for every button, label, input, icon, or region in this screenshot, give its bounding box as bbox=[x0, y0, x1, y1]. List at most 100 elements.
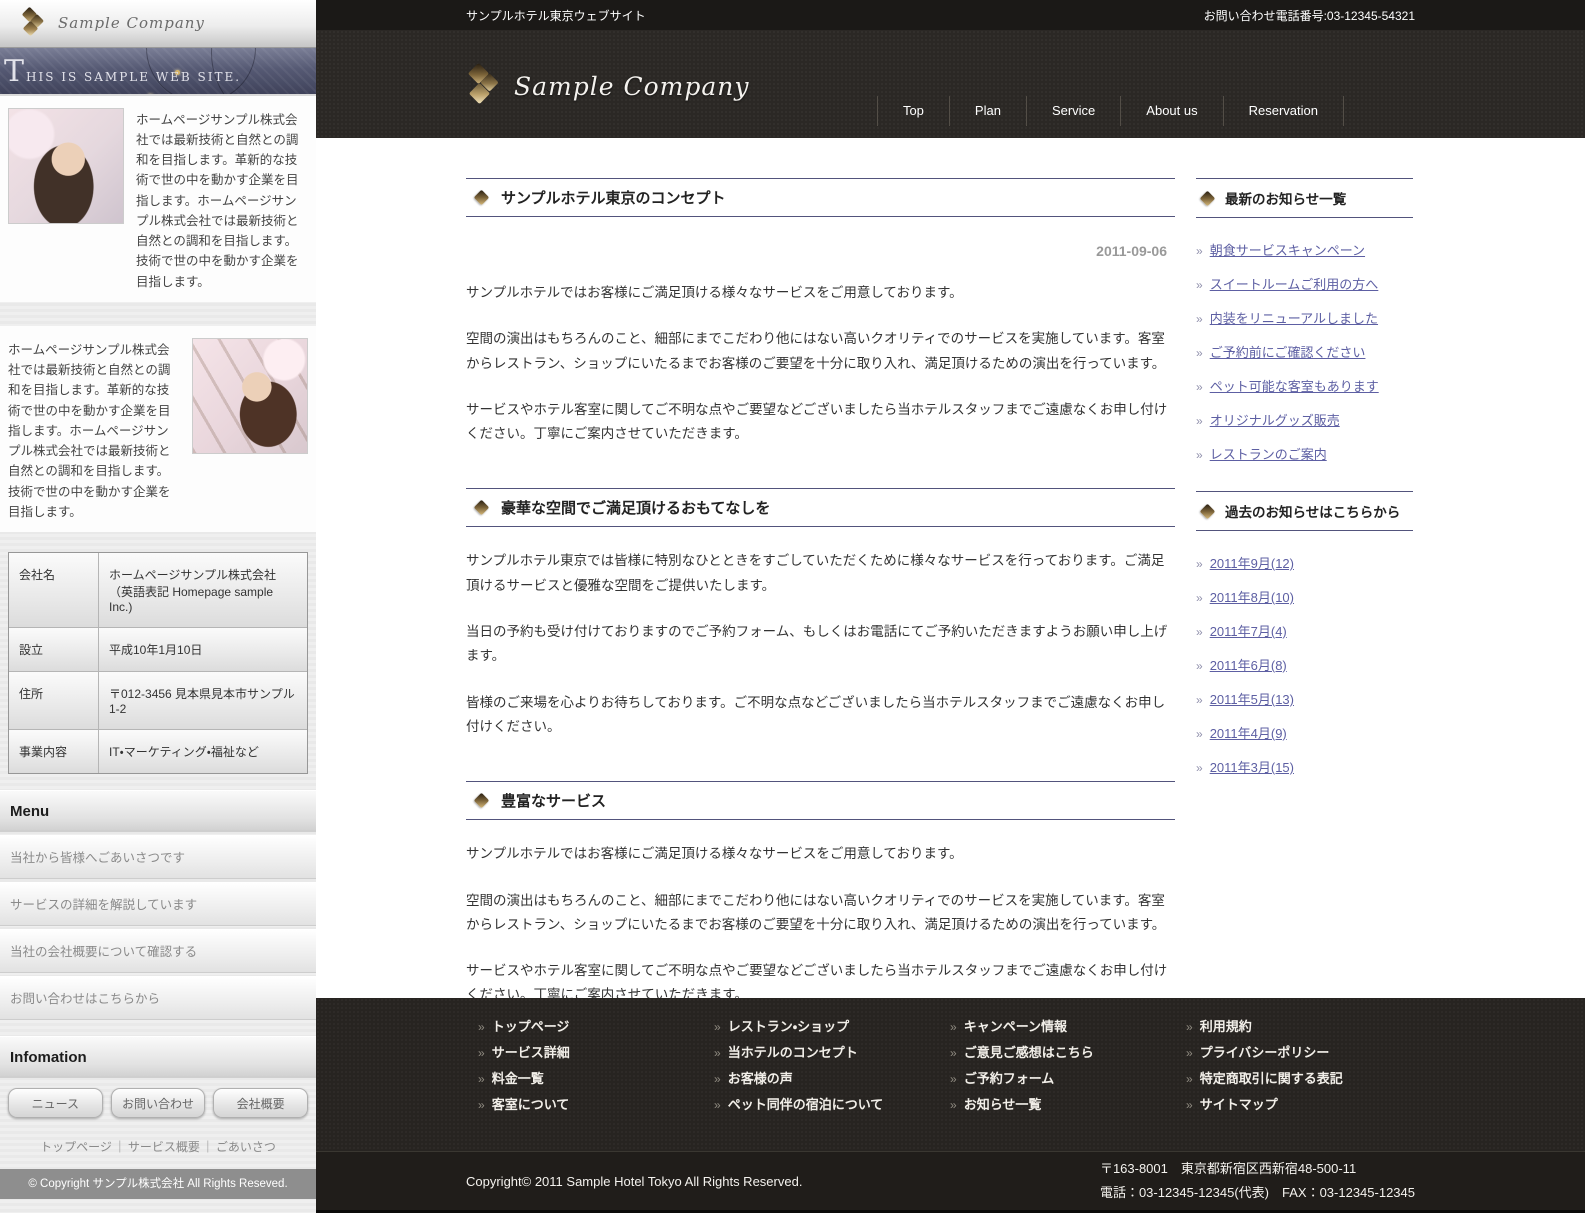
sidebar-content: ホームページサンプル株式会社では最新技術と自然との調和を目指します。革新的な技術… bbox=[0, 96, 316, 1213]
site-footer: » トップページ » サービス詳細 » 料金一覧 » 客室について » レストラン・ショッ… bbox=[316, 998, 1585, 1151]
arrow-marker-icon: » bbox=[950, 1020, 957, 1034]
arrow-marker-icon: » bbox=[950, 1072, 957, 1086]
arrow-marker-icon: » bbox=[478, 1072, 485, 1086]
information-heading: Infomation bbox=[0, 1036, 316, 1078]
sidebar-logo[interactable]: Sample Company bbox=[0, 0, 316, 48]
footer-bottom-bar: Copyright© 2011 Sample Hotel Tokyo All R… bbox=[316, 1151, 1585, 1210]
news-heading: 最新のお知らせ一覧 bbox=[1196, 178, 1413, 218]
diamond-logo-icon bbox=[22, 8, 44, 38]
header-logo[interactable]: Sample Company bbox=[468, 64, 750, 108]
arrow-marker-icon: » bbox=[478, 1020, 485, 1034]
intro-block-2: ホームページサンプル株式会社では最新技術と自然との調和を目指します。革新的な技術… bbox=[0, 326, 316, 532]
contact-phone: お問い合わせ電話番号:03-12345-54321 bbox=[1204, 7, 1415, 24]
archive-link[interactable]: 2011年8月(10) bbox=[1210, 590, 1294, 605]
bottom-link-service[interactable]: サービス概要 bbox=[128, 1140, 200, 1154]
bottom-link-greeting[interactable]: ごあいさつ bbox=[216, 1140, 276, 1154]
arrow-marker-icon: » bbox=[478, 1046, 485, 1060]
footer-link[interactable]: キャンペーン情報 bbox=[964, 1019, 1067, 1034]
table-label: 会社名 bbox=[9, 553, 99, 627]
footer-link[interactable]: お客様の声 bbox=[728, 1071, 793, 1086]
footer-link[interactable]: レストラン・ショップ bbox=[728, 1019, 849, 1034]
footer-link[interactable]: ご意見ご感想はこちら bbox=[964, 1045, 1094, 1060]
section-title: 豊富なサービス bbox=[466, 781, 1175, 820]
paragraph: 当日の予約も受け付けておりますのでご予約フォーム、もしくはお電話にてご予約いただ… bbox=[466, 620, 1175, 669]
arrow-marker-icon: » bbox=[1196, 448, 1203, 462]
arrow-marker-icon: » bbox=[1196, 591, 1203, 605]
footer-link[interactable]: ご予約フォーム bbox=[964, 1071, 1055, 1086]
arrow-marker-icon: » bbox=[478, 1098, 485, 1112]
sidebar-item-contact[interactable]: お問い合わせはこちらから bbox=[0, 976, 316, 1020]
arrow-marker-icon: » bbox=[1196, 727, 1203, 741]
paragraph: サービスやホテル客室に関してご不明な点やご要望などございましたら当ホテルスタッフ… bbox=[466, 398, 1175, 447]
arrow-marker-icon: » bbox=[1196, 693, 1203, 707]
sidebar-item-service[interactable]: サービスの詳細を解説しています bbox=[0, 882, 316, 926]
main-nav: Top Plan Service About us Reservation bbox=[877, 96, 1344, 126]
list-item: »2011年6月(8) bbox=[1196, 655, 1413, 674]
company-button[interactable]: 会社概要 bbox=[213, 1088, 308, 1118]
footer-link[interactable]: 料金一覧 bbox=[492, 1071, 544, 1086]
arrow-marker-icon: » bbox=[1186, 1020, 1193, 1034]
footer-column-2: »レストラン・ショップ »当ホテルのコンセプト »お客様の声 »ペット同伴の宿泊… bbox=[714, 1016, 950, 1151]
news-link[interactable]: 朝食サービスキャンペーン bbox=[1210, 243, 1365, 258]
site-title: サンプルホテル東京ウェブサイト bbox=[466, 7, 646, 24]
footer-link[interactable]: 客室について bbox=[492, 1097, 570, 1112]
footer-link[interactable]: プライバシーポリシー bbox=[1200, 1045, 1330, 1060]
article-section-concept: サンプルホテル東京のコンセプト 2011-09-06 サンプルホテルではお客様に… bbox=[466, 178, 1175, 446]
arrow-marker-icon: » bbox=[714, 1072, 721, 1086]
archive-link[interactable]: 2011年5月(13) bbox=[1210, 692, 1294, 707]
footer-link[interactable]: ペット同伴の宿泊について bbox=[728, 1097, 884, 1112]
footer-link[interactable]: トップページ bbox=[492, 1019, 570, 1034]
contact-button[interactable]: お問い合わせ bbox=[111, 1088, 206, 1118]
bottom-link-top[interactable]: トップページ bbox=[40, 1140, 112, 1154]
link-separator: ｜ bbox=[114, 1140, 126, 1154]
footer-link[interactable]: サービス詳細 bbox=[492, 1045, 570, 1060]
footer-address: 〒163-8001 東京都新宿区西新宿48-500-11 bbox=[1100, 1157, 1415, 1181]
table-label: 住所 bbox=[9, 672, 99, 729]
table-value: IT・マーケティング・福祉など bbox=[99, 730, 307, 773]
paragraph: サンプルホテルではお客様にご満足頂ける様々なサービスをご用意しております。 bbox=[466, 842, 1175, 866]
sidebar-buttons: ニュース お問い合わせ 会社概要 bbox=[8, 1088, 308, 1118]
list-item: »ご予約前にご確認ください bbox=[1196, 342, 1413, 361]
nav-item-service[interactable]: Service bbox=[1026, 96, 1120, 126]
section-title: サンプルホテル東京のコンセプト bbox=[466, 178, 1175, 217]
sidebar-banner: THIS IS SAMPLE WEB SITE. bbox=[0, 48, 316, 96]
footer-link[interactable]: 利用規約 bbox=[1200, 1019, 1252, 1034]
news-link[interactable]: ペット可能な客室もあります bbox=[1210, 379, 1379, 394]
archive-link[interactable]: 2011年7月(4) bbox=[1210, 624, 1287, 639]
table-row: 事業内容 IT・マーケティング・福祉など bbox=[9, 730, 307, 773]
archive-link[interactable]: 2011年4月(9) bbox=[1210, 726, 1287, 741]
news-link[interactable]: スイートルームご利用の方へ bbox=[1210, 277, 1379, 292]
archive-link[interactable]: 2011年9月(12) bbox=[1210, 556, 1294, 571]
arrow-marker-icon: » bbox=[1196, 278, 1203, 292]
news-button[interactable]: ニュース bbox=[8, 1088, 103, 1118]
arrow-marker-icon: » bbox=[714, 1046, 721, 1060]
sidebar-item-company[interactable]: 当社の会社概要について確認する bbox=[0, 929, 316, 973]
table-row: 会社名 ホームページサンプル株式会社 （英語表記 Homepage sample… bbox=[9, 553, 307, 628]
nav-item-plan[interactable]: Plan bbox=[949, 96, 1026, 126]
table-value: 〒012-3456 見本県見本市サンプル1-2 bbox=[99, 672, 307, 729]
nav-item-about[interactable]: About us bbox=[1120, 96, 1222, 126]
footer-link[interactable]: サイトマップ bbox=[1200, 1097, 1278, 1112]
news-link[interactable]: ご予約前にご確認ください bbox=[1210, 345, 1366, 360]
news-link[interactable]: レストランのご案内 bbox=[1210, 447, 1327, 462]
sidebar-item-greeting[interactable]: 当社から皆様へごあいさつです bbox=[0, 835, 316, 879]
news-link[interactable]: オリジナルグッズ販売 bbox=[1210, 413, 1340, 428]
arrow-marker-icon: » bbox=[714, 1020, 721, 1034]
footer-copyright: Copyright© 2011 Sample Hotel Tokyo All R… bbox=[466, 1174, 802, 1189]
arrow-marker-icon: » bbox=[950, 1046, 957, 1060]
footer-link[interactable]: 当ホテルのコンセプト bbox=[728, 1045, 858, 1060]
arrow-marker-icon: » bbox=[1186, 1046, 1193, 1060]
company-info-table: 会社名 ホームページサンプル株式会社 （英語表記 Homepage sample… bbox=[8, 552, 308, 774]
nav-item-reservation[interactable]: Reservation bbox=[1223, 96, 1344, 126]
archive-link[interactable]: 2011年6月(8) bbox=[1210, 658, 1287, 673]
list-item: »オリジナルグッズ販売 bbox=[1196, 410, 1413, 429]
footer-link[interactable]: 特定商取引に関する表記 bbox=[1200, 1071, 1343, 1086]
table-value: ホームページサンプル株式会社 （英語表記 Homepage sample Inc… bbox=[99, 553, 307, 627]
nav-item-top[interactable]: Top bbox=[877, 96, 949, 126]
news-link[interactable]: 内装をリニューアルしました bbox=[1210, 311, 1378, 326]
footer-link[interactable]: お知らせ一覧 bbox=[964, 1097, 1042, 1112]
list-item: »ペット可能な客室もあります bbox=[1196, 376, 1413, 395]
arrow-marker-icon: » bbox=[1196, 312, 1203, 326]
archive-link[interactable]: 2011年3月(15) bbox=[1210, 760, 1294, 775]
footer-column-1: » トップページ » サービス詳細 » 料金一覧 » 客室について bbox=[478, 1016, 714, 1151]
